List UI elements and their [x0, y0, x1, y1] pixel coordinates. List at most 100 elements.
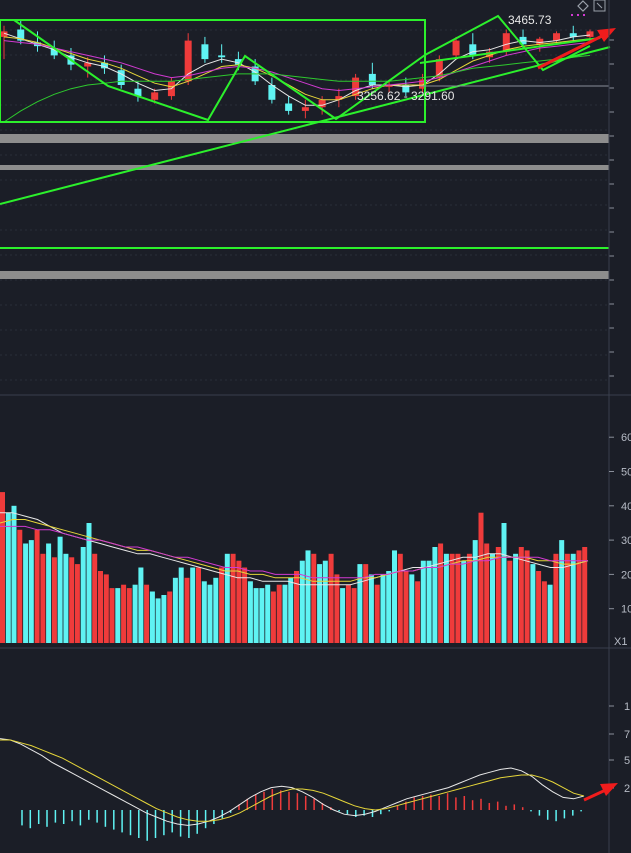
volume-bar [80, 547, 86, 643]
volume-bar [138, 567, 144, 643]
chart-canvas: 3465.73 3256.62 - 3291.60 10 20 30 40 50 60 X… [0, 0, 631, 853]
chart-background [0, 0, 631, 853]
volume-bar [161, 595, 167, 643]
volume-bar [23, 543, 29, 643]
volume-bar [294, 571, 299, 643]
candle-body [469, 44, 477, 56]
volume-bar [513, 553, 519, 643]
volume-bar [478, 512, 484, 643]
support-band-2 [0, 165, 609, 170]
volume-bar [530, 564, 536, 643]
candle-body [318, 99, 326, 108]
volume-bar [40, 553, 46, 643]
volume-bar [403, 571, 409, 643]
volume-bar [201, 581, 207, 643]
volume-bar [196, 567, 201, 643]
volume-bar [386, 571, 392, 643]
volume-bar [328, 553, 334, 643]
volume-bar [415, 581, 421, 643]
volume-unit-label: X1 [614, 636, 627, 648]
volume-bar [501, 523, 507, 643]
volume-bar [536, 571, 542, 643]
volume-bar [242, 567, 248, 643]
volume-bar [461, 560, 467, 643]
volume-bar [374, 584, 380, 643]
volume-bar [247, 581, 253, 643]
volume-bar [380, 574, 386, 643]
volume-bar [265, 584, 271, 643]
volume-bar [351, 588, 357, 643]
volume-bar [576, 550, 582, 643]
volume-bar [57, 536, 63, 643]
volume-axis-label: 20 [621, 569, 631, 581]
volume-bar [397, 553, 403, 643]
volume-bar [190, 567, 196, 643]
volume-bar [132, 584, 138, 643]
volume-bar [541, 581, 547, 643]
macd-axis-label: 5 [624, 755, 630, 767]
volume-bar [63, 553, 69, 643]
volume-bar [109, 588, 115, 643]
volume-bar [288, 577, 294, 643]
volume-bar [282, 584, 288, 643]
volume-bar [51, 557, 57, 644]
candle-body [201, 44, 209, 60]
volume-bar [0, 492, 5, 643]
volume-bar [559, 540, 565, 643]
volume-bar [155, 598, 161, 643]
volume-bar [115, 588, 121, 643]
volume-bar [547, 584, 553, 643]
volume-bar [317, 564, 323, 643]
macd-axis-label: 7 [624, 729, 630, 741]
volume-axis-label: 40 [621, 501, 631, 513]
volume-bar [311, 553, 317, 643]
volume-bar [253, 588, 259, 643]
candle-body [268, 85, 276, 100]
volume-bar [28, 540, 34, 643]
volume-bar [438, 543, 444, 643]
volume-bar [144, 584, 150, 643]
volume-bar [449, 553, 455, 643]
volume-bar [213, 577, 219, 643]
volume-bar [17, 529, 23, 643]
volume-bar [507, 560, 513, 643]
candle-body [218, 55, 226, 58]
volume-bar [518, 547, 524, 643]
candle-body [586, 31, 594, 37]
volume-bar [472, 540, 478, 643]
volume-bar [172, 577, 178, 643]
macd-axis-label: 2 [624, 783, 630, 795]
volume-bar [495, 547, 501, 643]
low-price-label: 3256.62 - 3291.60 [357, 89, 455, 103]
volume-bar [490, 553, 495, 643]
volume-bar [524, 550, 530, 643]
volume-bar [322, 560, 328, 643]
volume-bar [276, 584, 282, 643]
volume-bar [236, 560, 242, 643]
volume-bar [46, 543, 52, 643]
candle-body [151, 92, 159, 100]
volume-axis-label: 50 [621, 467, 631, 479]
volume-bar [149, 591, 155, 643]
candle-body [301, 107, 309, 111]
volume-bar [340, 588, 346, 643]
macd-axis-label: 1 [624, 701, 630, 713]
volume-bar [74, 564, 80, 643]
volume-bar [443, 553, 449, 643]
volume-bar [34, 529, 40, 643]
volume-bar [570, 553, 576, 643]
volume-bar [98, 571, 103, 643]
volume-bar [409, 574, 415, 643]
support-band-1 [0, 134, 609, 143]
volume-bar [126, 588, 132, 643]
candle-body [368, 73, 376, 85]
volume-bar [466, 553, 472, 643]
volume-bar [103, 574, 109, 643]
volume-bar [392, 550, 397, 643]
volume-bar [299, 560, 305, 643]
candle-body [452, 40, 460, 56]
volume-bar [167, 591, 173, 643]
volume-bar [455, 553, 461, 643]
volume-bar [426, 560, 432, 643]
volume-bar [432, 547, 438, 643]
